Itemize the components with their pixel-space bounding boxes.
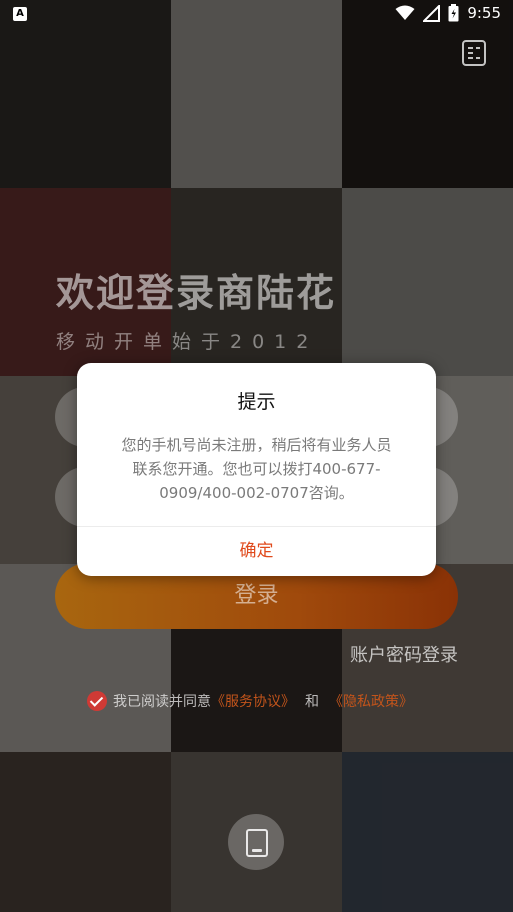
dialog-confirm-button[interactable]: 确定 [77,526,436,576]
agreement-and: 和 [305,694,319,710]
dialog-message: 您的手机号尚未注册，稍后将有业务人员联系您开通。您也可以拨打400-677-09… [121,436,392,502]
welcome-slogan: 移动开单始于2012 [56,331,319,353]
alert-dialog: 提示 您的手机号尚未注册，稍后将有业务人员联系您开通。您也可以拨打400-677… [77,363,436,576]
wifi-icon [395,5,415,20]
battery-icon [448,4,459,22]
agreement-prefix: 我已阅读并同意 [113,694,211,710]
service-agreement-link[interactable]: 《服务协议》 [211,691,295,711]
menu-button[interactable] [460,39,488,67]
agreement-checkbox[interactable] [87,691,107,711]
status-time: 9:55 [467,4,501,22]
status-icons: 9:55 [395,4,501,22]
privacy-policy-link[interactable]: 《隐私政策》 [329,691,413,711]
welcome-title: 欢迎登录商陆花 [56,271,337,315]
signal-icon [423,4,441,22]
password-login-link[interactable]: 账户密码登录 [350,641,458,667]
agreement-row: 我已阅读并同意 《服务协议》 和 《隐私政策》 [87,691,413,711]
app-badge-icon: A [13,7,27,21]
dialog-title: 提示 [237,391,276,413]
phone-icon [246,829,268,857]
list-icon [462,40,486,66]
status-bar: A 9:55 [0,0,513,30]
phone-login-button[interactable] [228,814,284,870]
